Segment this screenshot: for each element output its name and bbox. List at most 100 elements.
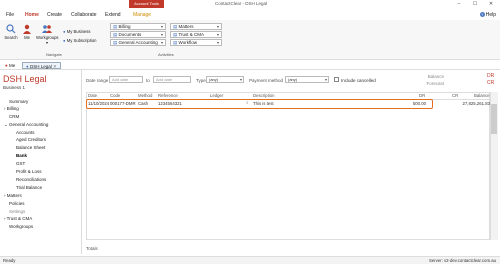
activities-group-label: Activities bbox=[158, 52, 174, 57]
trust-icon: ▤ bbox=[173, 32, 178, 37]
payment-method-select[interactable]: (any) ▾ bbox=[285, 76, 329, 83]
cell-balance[interactable]: 27,825,261.83 bbox=[462, 101, 490, 106]
balance-label: Balance bbox=[427, 74, 444, 79]
activity-documents[interactable]: ▤ Documents ▾ bbox=[110, 31, 166, 38]
chevron-right-icon: › bbox=[4, 106, 6, 111]
include-cancelled-label: Include cancelled bbox=[341, 78, 376, 83]
sidebar-item-gst[interactable]: GST bbox=[16, 161, 25, 166]
tab-extend[interactable]: Extend bbox=[105, 12, 121, 18]
tab-create[interactable]: Create bbox=[47, 12, 62, 18]
date-range-label: Date range bbox=[86, 78, 109, 83]
chevron-right-icon: › bbox=[4, 193, 6, 198]
tab-home[interactable]: Home bbox=[25, 12, 39, 18]
accounting-icon: ▤ bbox=[113, 40, 118, 45]
sidebar-item-aged-creditors[interactable]: Aged Creditors bbox=[16, 137, 46, 142]
activity-billing[interactable]: ▤ Billing ▾ bbox=[110, 23, 166, 30]
status-bar: Ready Server: v2-dev.contactclear.com.au bbox=[0, 256, 500, 264]
type-select-value: (any) bbox=[209, 77, 219, 82]
chevron-down-icon: ▾ bbox=[239, 77, 242, 82]
business-icon: ● bbox=[63, 29, 66, 34]
col-header-balance[interactable]: Balance bbox=[474, 93, 490, 98]
date-from-input[interactable]: Add date bbox=[109, 76, 143, 83]
close-icon[interactable]: ✕ bbox=[53, 64, 57, 69]
tab-manage[interactable]: Manage bbox=[133, 12, 151, 18]
activity-label: Documents bbox=[118, 32, 142, 37]
chevron-down-icon: ▾ bbox=[160, 24, 163, 29]
sidebar-item-accounts[interactable]: Accounts bbox=[16, 130, 35, 135]
document-tab-strip bbox=[0, 60, 500, 70]
doc-tab-label: Me bbox=[8, 63, 16, 68]
sidebar-item-workgroups[interactable]: Workgroups bbox=[9, 224, 33, 229]
sidebar-item-trust-cma[interactable]: › Trust & CMA bbox=[4, 216, 32, 221]
sidebar-item-billing[interactable]: › Billing bbox=[4, 106, 19, 111]
chevron-down-icon: ▾ bbox=[216, 24, 219, 29]
col-header-method[interactable]: Method bbox=[138, 93, 152, 98]
matters-icon: ▤ bbox=[173, 24, 178, 29]
col-header-date[interactable]: Date bbox=[88, 93, 97, 98]
app-title: ContactClear - DSH Legal bbox=[215, 1, 268, 6]
transactions-grid bbox=[86, 92, 490, 240]
sidebar-item-label: Billing bbox=[6, 106, 19, 111]
tab-collaborate[interactable]: Collaborate bbox=[71, 12, 97, 18]
sidebar-item-general-accounting[interactable]: ⌄ General Accounting bbox=[4, 122, 48, 128]
sidebar-item-reconciliations[interactable]: Reconciliations bbox=[16, 177, 46, 182]
activity-general-accounting[interactable]: ▤ General Accounting ▾ bbox=[110, 39, 166, 46]
chevron-down-icon: ▾ bbox=[45, 40, 48, 45]
doc-tab-label: DSH Legal bbox=[29, 64, 52, 69]
activity-matters[interactable]: ▤ Matters ▾ bbox=[170, 23, 222, 30]
activity-workflow[interactable]: ▤ Workflow ▾ bbox=[170, 39, 222, 46]
activity-label: Billing bbox=[118, 24, 131, 29]
subscription-icon: ● bbox=[63, 38, 66, 43]
maximize-button[interactable]: ☐ bbox=[468, 0, 482, 8]
scrollbar-thumb[interactable] bbox=[491, 104, 497, 134]
doc-tab-dsh-legal[interactable]: ● DSH Legal ✕ bbox=[22, 62, 61, 69]
sidebar-item-profit-loss[interactable]: Profit & Loss bbox=[16, 169, 42, 174]
sidebar-item-summary[interactable]: Summary bbox=[9, 99, 28, 104]
me-label: Me bbox=[24, 35, 30, 40]
col-header-dr[interactable]: DR bbox=[419, 93, 425, 98]
status-text: Ready bbox=[3, 258, 16, 263]
close-button[interactable]: ✕ bbox=[484, 0, 498, 8]
chevron-down-icon: ▾ bbox=[324, 77, 327, 82]
chevron-down-icon: ▾ bbox=[160, 32, 163, 37]
balance-flag: DR bbox=[487, 73, 495, 79]
sidebar-item-bank[interactable]: Bank bbox=[16, 153, 27, 158]
type-label: Type bbox=[196, 78, 206, 83]
tab-file[interactable]: File bbox=[6, 12, 14, 18]
help-icon: ? bbox=[479, 12, 485, 17]
date-to-input[interactable]: Add date bbox=[153, 76, 191, 83]
sidebar-item-settings[interactable]: Settings bbox=[9, 209, 25, 214]
sidebar-item-label: General Accounting bbox=[9, 122, 49, 127]
activity-label: Trust & CMA bbox=[178, 32, 205, 37]
col-header-reference[interactable]: Reference bbox=[158, 93, 178, 98]
me-button[interactable]: Me bbox=[21, 24, 33, 40]
minimize-button[interactable]: – bbox=[452, 0, 466, 8]
type-select[interactable]: (any) ▾ bbox=[206, 76, 244, 83]
sidebar-item-matters[interactable]: › Matters bbox=[4, 193, 22, 198]
col-header-code[interactable]: Code bbox=[110, 93, 120, 98]
billing-icon: ▤ bbox=[113, 24, 118, 29]
totals-label: Totals bbox=[86, 246, 98, 251]
sidebar-item-balance-sheet[interactable]: Balance Sheet bbox=[16, 145, 45, 150]
to-label: to bbox=[146, 78, 150, 83]
chevron-right-icon: › bbox=[4, 216, 6, 221]
col-header-cr[interactable]: CR bbox=[452, 93, 458, 98]
sidebar-item-crm[interactable]: CRM bbox=[9, 114, 19, 119]
col-header-ledger[interactable]: Ledger bbox=[210, 93, 223, 98]
activity-label: Matters bbox=[178, 24, 194, 29]
activity-trust-cma[interactable]: ▤ Trust & CMA ▾ bbox=[170, 31, 222, 38]
sidebar-item-trial-balance[interactable]: Trial Balance bbox=[16, 185, 42, 190]
search-button[interactable]: Search bbox=[4, 24, 18, 40]
help-button[interactable]: ? Help bbox=[479, 12, 496, 18]
doc-tab-me[interactable]: ● Me bbox=[2, 62, 18, 69]
sidebar-item-policies[interactable]: Policies bbox=[9, 201, 25, 206]
workgroups-icon bbox=[42, 25, 52, 33]
col-header-description[interactable]: Description bbox=[253, 93, 275, 98]
workflow-icon: ▤ bbox=[173, 40, 178, 45]
payment-method-value: (any) bbox=[288, 77, 298, 82]
workgroups-button[interactable]: Workgroups ▾ bbox=[36, 24, 59, 45]
activity-label: Workflow bbox=[178, 40, 197, 45]
include-cancelled-checkbox[interactable] bbox=[334, 77, 339, 82]
my-business-button[interactable]: ● My Business bbox=[63, 29, 90, 34]
my-subscription-button[interactable]: ● My Subscription bbox=[63, 38, 97, 43]
